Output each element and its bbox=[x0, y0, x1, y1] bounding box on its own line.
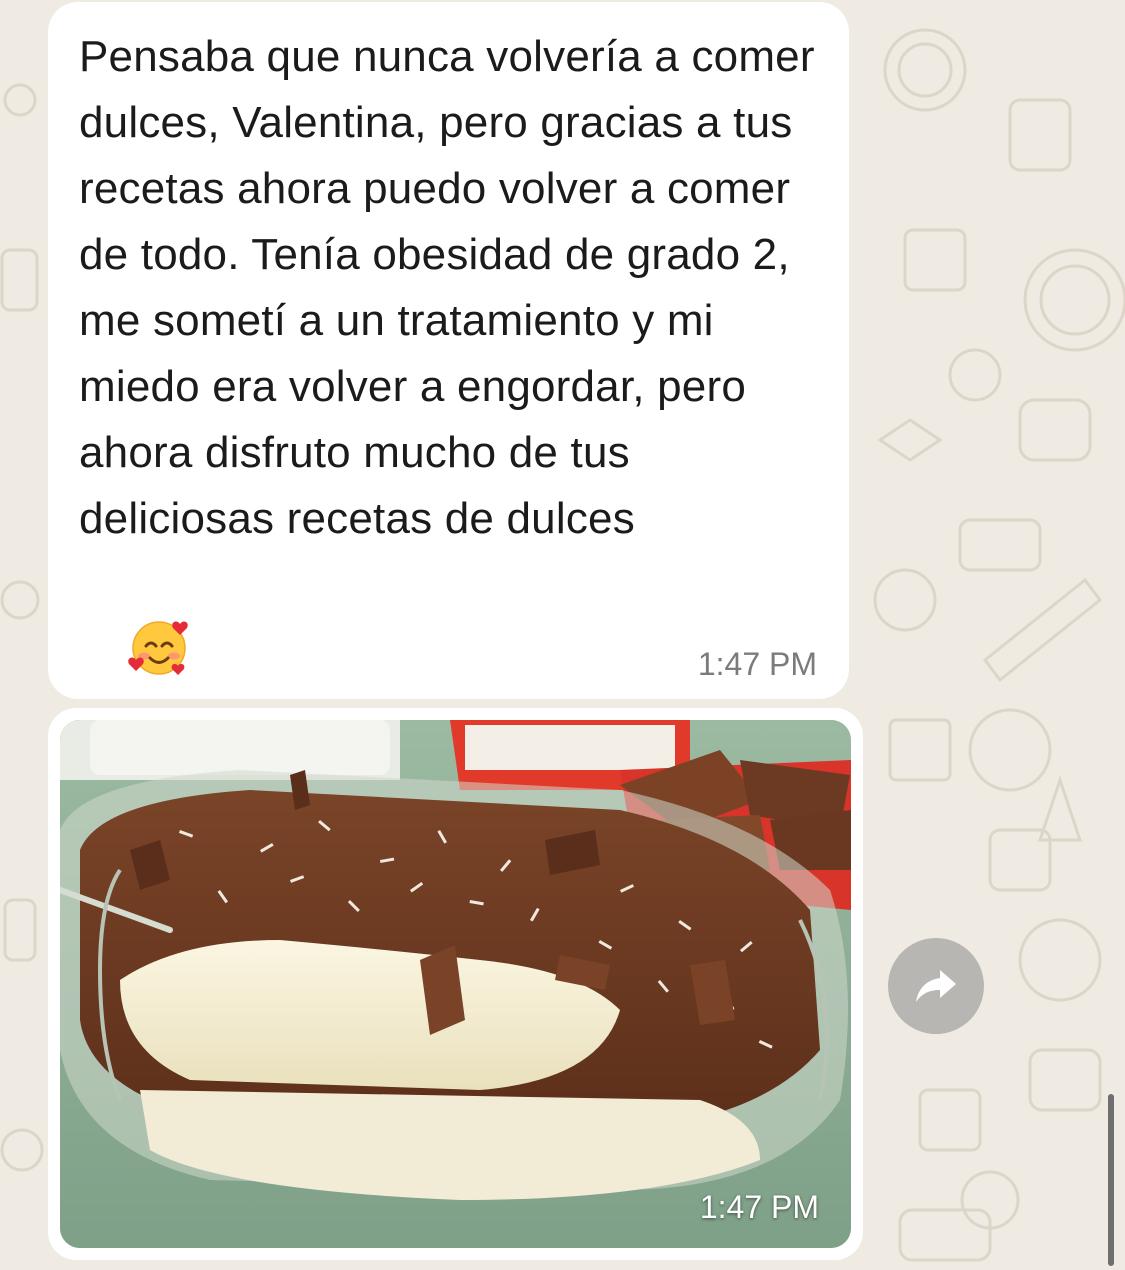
dessert-photo[interactable]: 1:47 PM bbox=[60, 720, 851, 1248]
forward-button[interactable] bbox=[888, 938, 984, 1034]
forward-arrow-icon bbox=[912, 960, 960, 1013]
message-text: Pensaba que nunca volvería a comer dulce… bbox=[79, 32, 815, 543]
scrollbar[interactable] bbox=[1108, 1094, 1114, 1266]
message-bubble-text[interactable]: Pensaba que nunca volvería a comer dulce… bbox=[48, 2, 849, 699]
smiling-face-with-hearts-icon bbox=[128, 616, 190, 678]
message-bubble-image[interactable]: 1:47 PM bbox=[48, 708, 863, 1260]
image-timestamp: 1:47 PM bbox=[699, 1189, 819, 1225]
message-timestamp: 1:47 PM bbox=[697, 646, 817, 682]
